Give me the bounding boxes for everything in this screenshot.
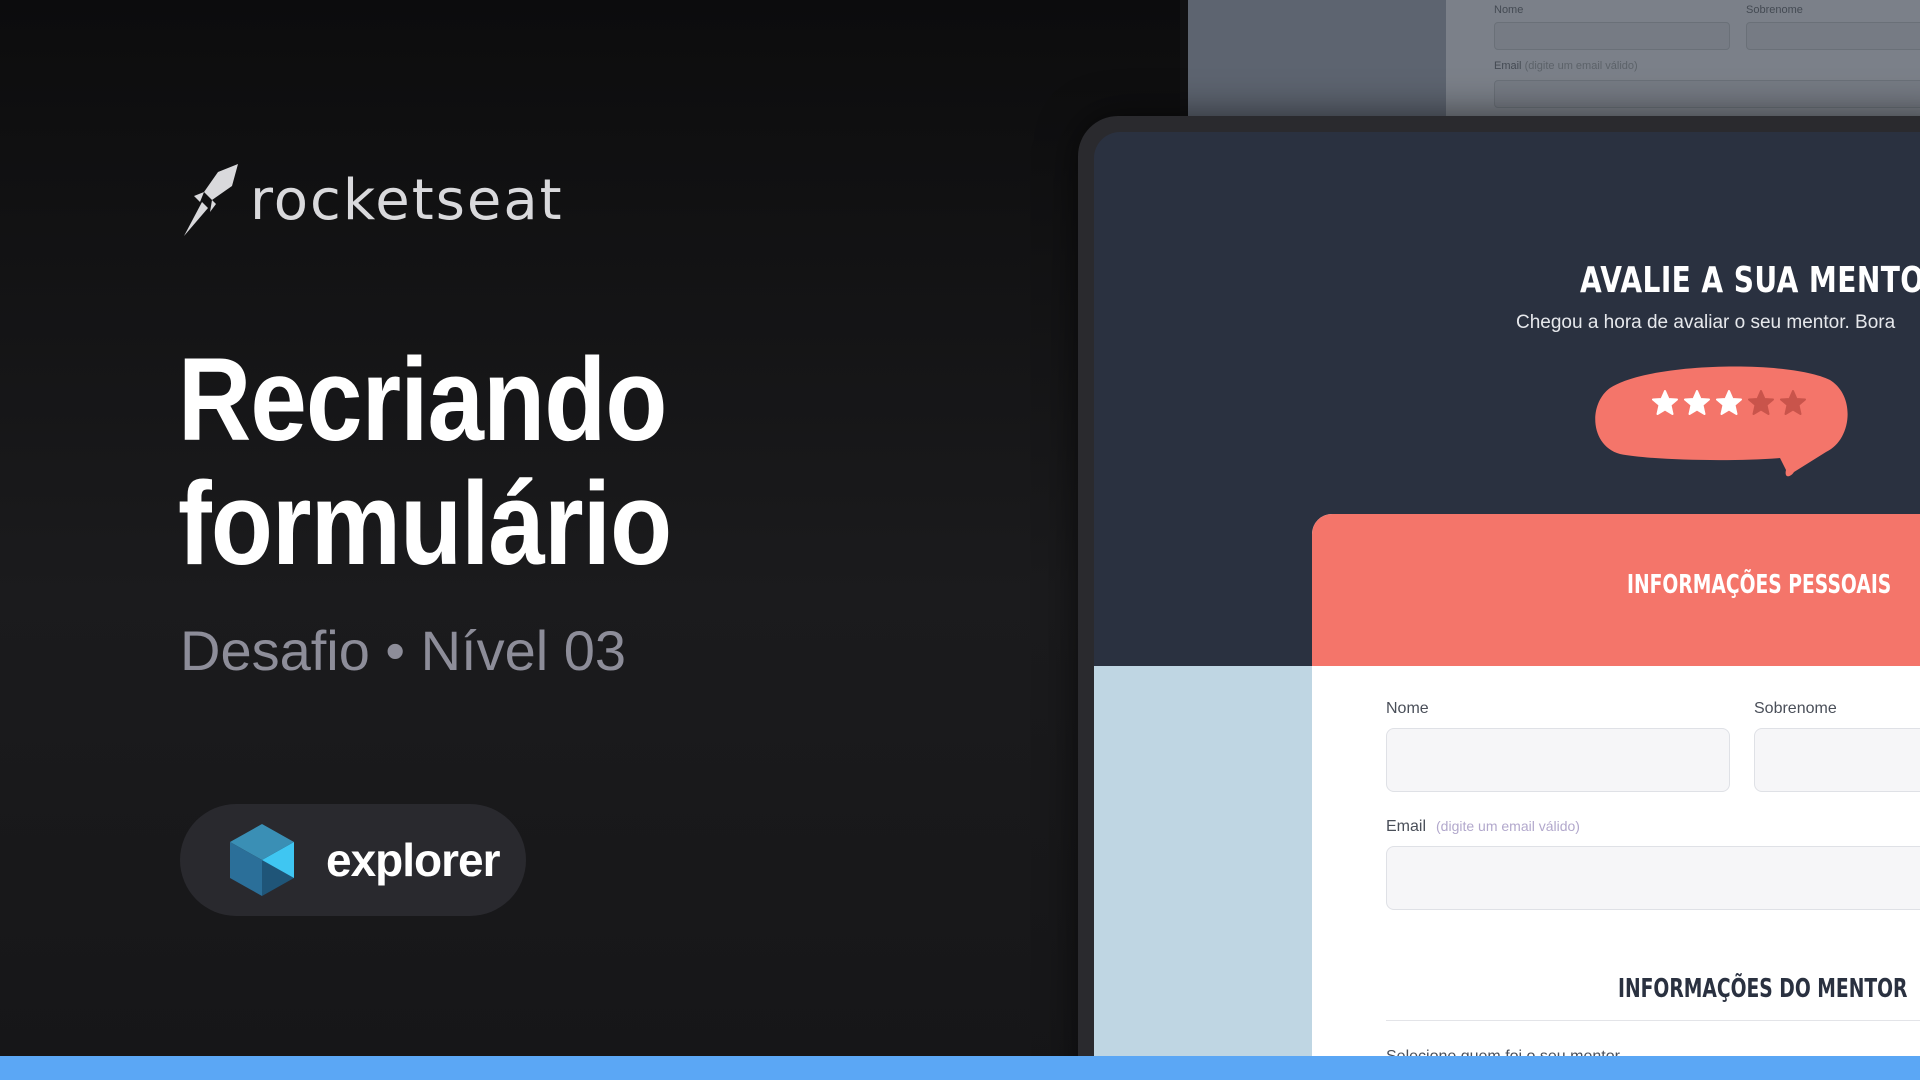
- email-hint: (digite um email válido): [1436, 818, 1580, 834]
- first-name-label: Nome: [1386, 700, 1429, 717]
- explorer-badge[interactable]: explorer: [180, 804, 526, 916]
- star-empty-icon[interactable]: [1748, 390, 1774, 416]
- title-line-1: Recriando: [178, 334, 667, 466]
- star-icon[interactable]: [1652, 390, 1678, 416]
- form-header: INFORMAÇÕES PESSOAIS: [1312, 514, 1920, 666]
- section-divider: [1386, 1020, 1920, 1021]
- rating-stars[interactable]: [1652, 390, 1806, 416]
- device-screen: AVALIE A SUA MENTORIA Chegou a hora de a…: [1094, 132, 1920, 1062]
- ghost-first-name-label: Nome: [1494, 4, 1524, 16]
- ghost-last-name-input: [1746, 22, 1920, 50]
- star-icon[interactable]: [1716, 390, 1742, 416]
- form-card: INFORMAÇÕES PESSOAIS Nome Sobrenome Emai…: [1312, 514, 1920, 1062]
- ghost-email-input: [1494, 80, 1920, 108]
- email-input[interactable]: [1386, 846, 1920, 910]
- ghost-first-name-input: [1494, 22, 1730, 50]
- page-title: Recriando formulário: [178, 338, 832, 586]
- brand-name: rocketseat: [250, 167, 564, 233]
- email-label: Email (digite um email válido): [1386, 818, 1580, 835]
- ghost-email-label: Email (digite um email válido): [1494, 60, 1638, 72]
- rating-bubble: [1595, 366, 1848, 477]
- mentor-info-title: INFORMAÇÕES DO MENTOR: [1618, 974, 1908, 1004]
- subtitle: Desafio • Nível 03: [180, 619, 627, 682]
- star-icon[interactable]: [1684, 390, 1710, 416]
- ghost-last-name-label: Sobrenome: [1746, 4, 1803, 16]
- personal-info-title: INFORMAÇÕES PESSOAIS: [1627, 570, 1892, 600]
- rocket-icon: [184, 164, 238, 236]
- explorer-cube-icon: [230, 824, 294, 896]
- title-line-2: formulário: [178, 458, 672, 590]
- brand-logo: rocketseat: [180, 160, 564, 240]
- preview-subtitle: Chegou a hora de avaliar o seu mentor. B…: [1516, 312, 1896, 333]
- background-screenshot: Nome Sobrenome Email (digite um email vá…: [1188, 0, 1920, 132]
- screen-light-panel: [1094, 666, 1312, 1062]
- bottom-accent-bar: [0, 1056, 1920, 1080]
- last-name-label: Sobrenome: [1754, 700, 1837, 717]
- ghost-form: Nome Sobrenome Email (digite um email vá…: [1446, 0, 1920, 132]
- star-empty-icon[interactable]: [1780, 390, 1806, 416]
- last-name-input[interactable]: [1754, 728, 1920, 792]
- first-name-input[interactable]: [1386, 728, 1730, 792]
- preview-title: AVALIE A SUA MENTORIA: [1580, 260, 1920, 301]
- explorer-label: explorer: [326, 834, 501, 886]
